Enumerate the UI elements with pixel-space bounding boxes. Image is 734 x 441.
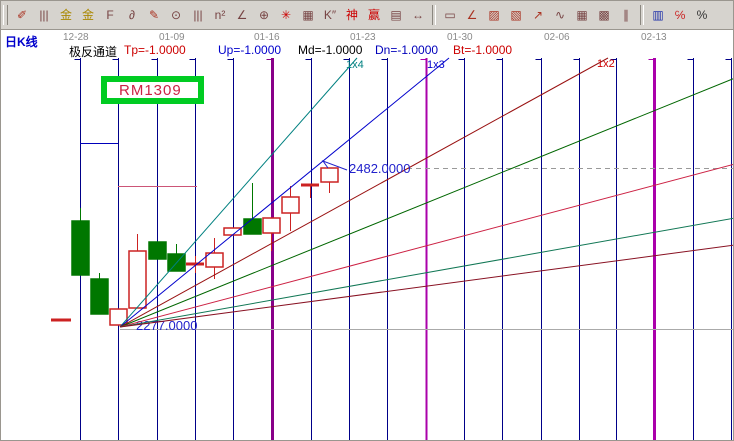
doji-candle bbox=[301, 184, 319, 187]
fan-line-label: 1x4 bbox=[346, 59, 364, 71]
doji-candle bbox=[51, 319, 71, 322]
candle-up bbox=[321, 168, 338, 182]
candle-up bbox=[282, 197, 299, 213]
fan-line-label: 1x3 bbox=[427, 59, 445, 71]
candle-up bbox=[263, 218, 280, 233]
candle-up bbox=[129, 251, 146, 308]
candle-down bbox=[91, 279, 108, 314]
price-chart: 2277.00001x41x31x22482.0000 bbox=[1, 1, 734, 441]
candle-down bbox=[72, 221, 89, 275]
instrument-code: RM1309 bbox=[107, 82, 182, 99]
candle-down bbox=[244, 219, 261, 234]
fan-line-label: 1x2 bbox=[597, 58, 615, 70]
upper-price-label: 2482.0000 bbox=[349, 161, 410, 176]
candle-up bbox=[224, 228, 241, 235]
instrument-badge[interactable]: RM1309 bbox=[101, 76, 204, 104]
app-window: ✐|||金金F∂✎⊙|||n²∠⊕✳▦K″神赢▤↔▭∠▨▧↗∿▦▩∥▥℅% 日K… bbox=[0, 0, 734, 441]
candle-down bbox=[149, 242, 166, 259]
